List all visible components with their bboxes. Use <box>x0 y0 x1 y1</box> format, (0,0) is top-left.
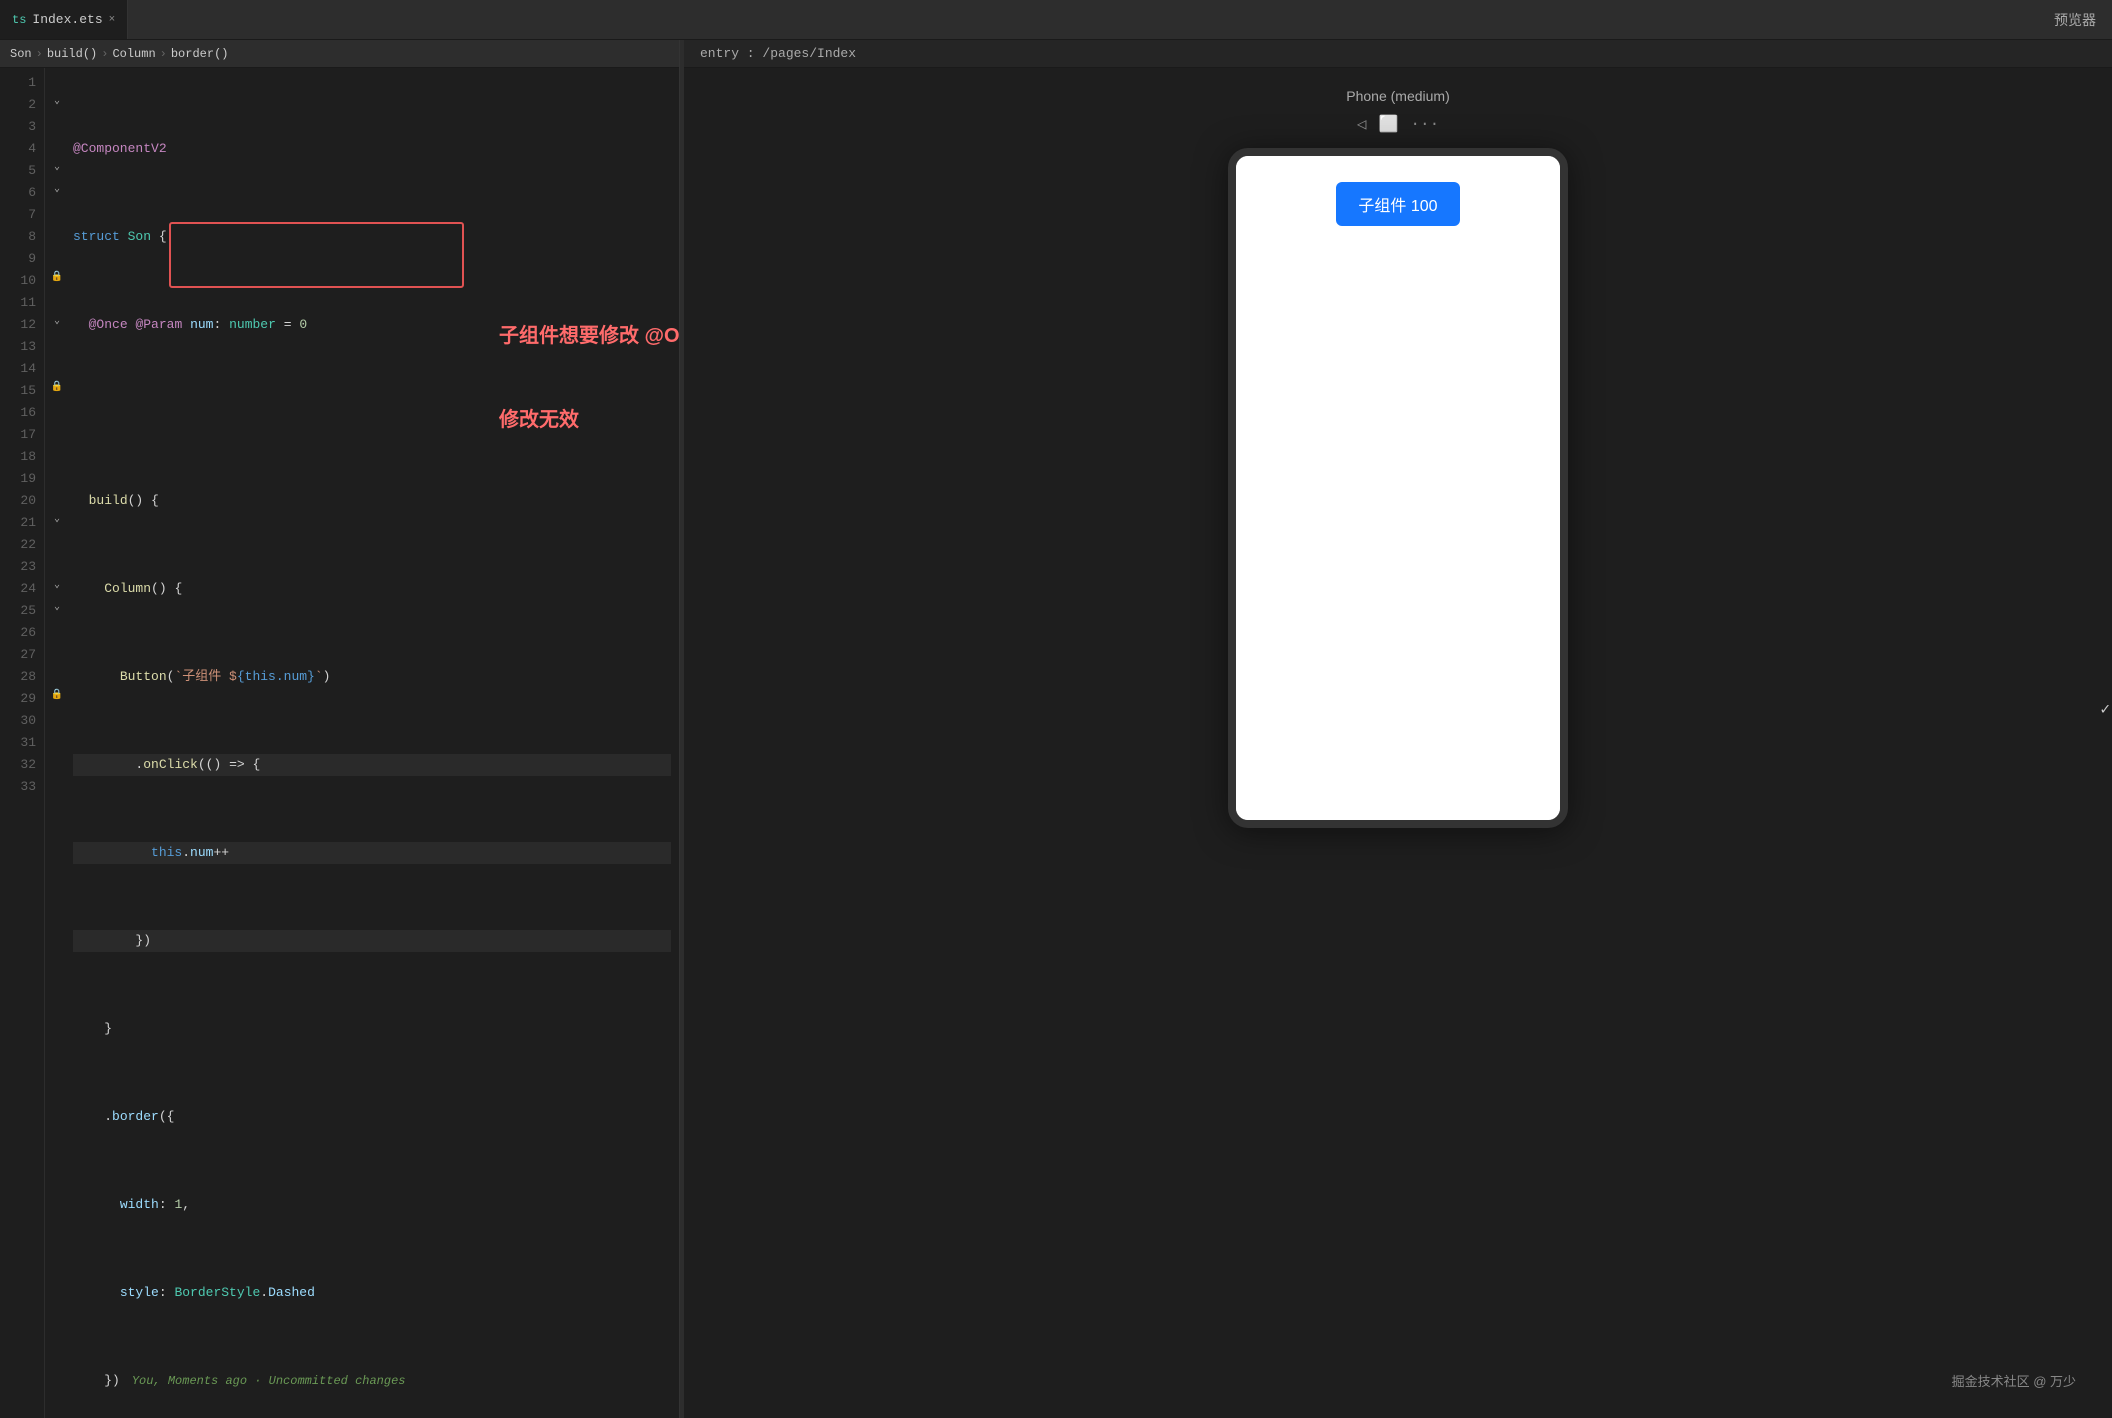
tab-filename: Index.ets <box>32 12 102 27</box>
gutter-24[interactable]: ⌄ <box>45 574 69 596</box>
watermark: 掘金技术社区 @ 万少 <box>704 1363 2092 1398</box>
breadcrumb-sep-2: › <box>101 47 108 61</box>
check-icon: ✓ <box>2100 699 2110 719</box>
code-editor[interactable]: 12345 678910 1112131415 1617181920 21222… <box>0 68 679 1418</box>
breadcrumb-item-column[interactable]: Column <box>112 47 155 61</box>
preview-content: Phone (medium) ◁ ⬜ ··· 子组件 100 掘金技术社区 @ … <box>684 68 2112 1418</box>
code-line-12: .border({ <box>73 1106 671 1128</box>
code-line-2: struct Son { <box>73 226 671 248</box>
gutter-8 <box>45 222 69 244</box>
gutter-28 <box>45 662 69 684</box>
code-line-7: Button(`子组件 ${this.num}`) <box>73 666 671 688</box>
code-line-9: this.num++ <box>73 842 671 864</box>
file-type-icon: ts <box>12 13 26 27</box>
gutter-21[interactable]: ⌄ <box>45 508 69 530</box>
gutter-5[interactable]: ⌄ <box>45 156 69 178</box>
gutter-4 <box>45 134 69 156</box>
tab-bar: ts Index.ets × 预览器 <box>0 0 2112 40</box>
back-button[interactable]: ◁ <box>1357 114 1367 134</box>
gutter-13 <box>45 332 69 354</box>
preview-entry-text: entry : /pages/Index <box>700 46 856 61</box>
gutter-30 <box>45 706 69 728</box>
gutter-27 <box>45 640 69 662</box>
breadcrumb-item-son[interactable]: Son <box>10 47 32 61</box>
main-area: Son › build() › Column › border() ✓ 1234… <box>0 40 2112 1418</box>
gutter-19 <box>45 464 69 486</box>
gutter-22 <box>45 530 69 552</box>
gutter-23 <box>45 552 69 574</box>
breadcrumb-sep-3: › <box>160 47 167 61</box>
breadcrumb-item-border[interactable]: border() <box>171 47 229 61</box>
breadcrumb-sep-1: › <box>36 47 43 61</box>
gutter-33 <box>45 772 69 794</box>
gutter-32 <box>45 750 69 772</box>
gutter-7 <box>45 200 69 222</box>
code-line-15: })You, Moments ago · Uncommitted changes <box>73 1370 671 1392</box>
code-line-13: width: 1, <box>73 1194 671 1216</box>
breadcrumb: Son › build() › Column › border() ✓ <box>0 40 679 68</box>
gutter-2[interactable]: ⌄ <box>45 90 69 112</box>
git-blame: You, Moments ago · Uncommitted changes <box>132 1370 406 1392</box>
gutter-11 <box>45 288 69 310</box>
more-button[interactable]: ··· <box>1410 115 1439 133</box>
phone-size-label: Phone (medium) <box>1346 88 1450 104</box>
code-line-3: @Once @Param num: number = 0 <box>73 314 671 336</box>
code-line-14: style: BorderStyle.Dashed <box>73 1282 671 1304</box>
preview-panel-label: 预览器 <box>2038 10 2112 30</box>
code-line-8: .onClick(() => { <box>73 754 671 776</box>
phone-inner: 子组件 100 <box>1236 156 1560 820</box>
line-numbers: 12345 678910 1112131415 1617181920 21222… <box>0 68 45 1418</box>
gutter-29: 🔒 <box>45 684 69 706</box>
code-line-4 <box>73 402 671 424</box>
code-line-6: Column() { <box>73 578 671 600</box>
gutter-14 <box>45 354 69 376</box>
gutter: ⌄ ⌄ ⌄ 🔒 ⌄ 🔒 ⌄ <box>45 68 69 1418</box>
preview-panel: entry : /pages/Index Phone (medium) ◁ ⬜ … <box>684 40 2112 1418</box>
gutter-20 <box>45 486 69 508</box>
code-content[interactable]: @ComponentV2 struct Son { @Once @Param n… <box>69 68 679 1418</box>
gutter-3 <box>45 112 69 134</box>
son-component-button[interactable]: 子组件 100 <box>1336 182 1459 226</box>
phone-controls: ◁ ⬜ ··· <box>1357 114 1439 134</box>
gutter-12[interactable]: ⌄ <box>45 310 69 332</box>
preview-entry-bar: entry : /pages/Index <box>684 40 2112 68</box>
editor-panel: Son › build() › Column › border() ✓ 1234… <box>0 40 680 1418</box>
gutter-26 <box>45 618 69 640</box>
gutter-15: 🔒 <box>45 376 69 398</box>
gutter-25[interactable]: ⌄ <box>45 596 69 618</box>
code-line-11: } <box>73 1018 671 1040</box>
gutter-16 <box>45 398 69 420</box>
code-line-10: }) <box>73 930 671 952</box>
gutter-9 <box>45 244 69 266</box>
gutter-18 <box>45 442 69 464</box>
gutter-10: 🔒 <box>45 266 69 288</box>
home-button[interactable]: ⬜ <box>1378 114 1398 134</box>
code-line-5: build() { <box>73 490 671 512</box>
gutter-31 <box>45 728 69 750</box>
code-line-1: @ComponentV2 <box>73 138 671 160</box>
annotation-text: 子组件想要修改 @Once 和 @Param修饰的变量 修改无效 <box>499 266 679 490</box>
gutter-6[interactable]: ⌄ <box>45 178 69 200</box>
editor-tab[interactable]: ts Index.ets × <box>0 0 128 39</box>
breadcrumb-item-build[interactable]: build() <box>47 47 97 61</box>
gutter-1 <box>45 68 69 90</box>
gutter-17 <box>45 420 69 442</box>
phone-screen: 子组件 100 <box>1228 148 1568 828</box>
tab-close-button[interactable]: × <box>109 14 116 26</box>
